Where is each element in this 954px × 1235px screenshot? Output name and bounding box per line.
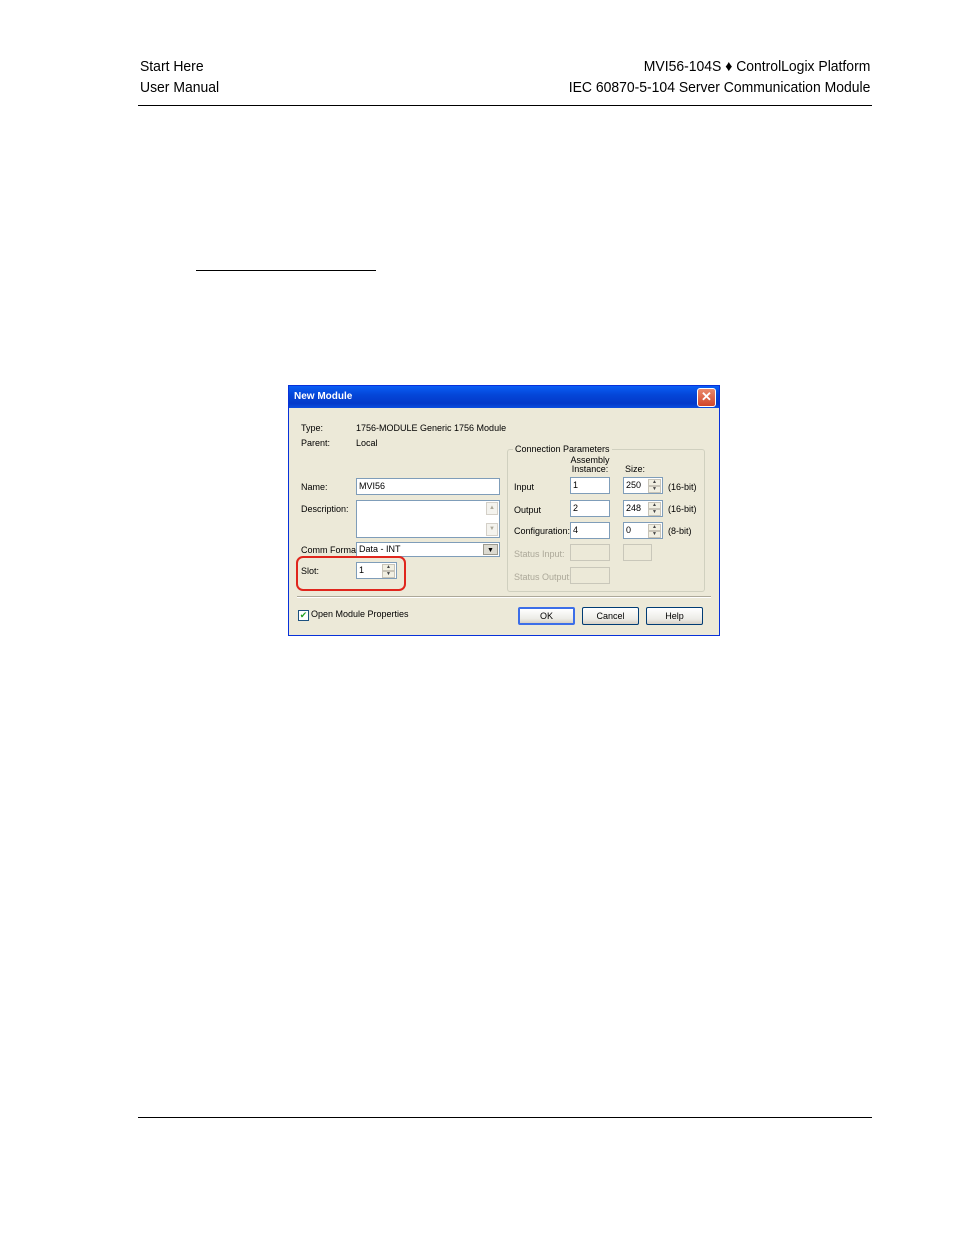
configuration-size-stepper[interactable]: 0 ▲ ▼	[623, 522, 663, 539]
hyperlink-underline	[196, 270, 376, 271]
configuration-instance-value: 4	[573, 525, 579, 535]
parent-label: Parent:	[301, 438, 331, 448]
description-scrollbar[interactable]: ▲ ▼	[486, 502, 498, 536]
close-icon: ✕	[701, 389, 712, 404]
output-size-spin[interactable]: ▲ ▼	[648, 502, 661, 516]
status-input-size-field	[623, 544, 652, 561]
output-instance-value: 2	[573, 503, 579, 513]
open-module-properties-label: Open Module Properties	[311, 609, 409, 619]
header-section-title: Start Here	[140, 58, 204, 75]
input-instance-field[interactable]: 1	[570, 477, 610, 494]
spin-up-icon[interactable]: ▲	[648, 502, 661, 509]
output-size-value: 248	[626, 503, 642, 513]
chevron-down-icon[interactable]: ▼	[483, 544, 498, 555]
slot-label: Slot:	[301, 566, 320, 576]
new-module-dialog: New Module ✕ Type: 1756-MODULE Generic 1…	[288, 385, 720, 636]
type-value: 1756-MODULE Generic 1756 Module	[356, 423, 507, 433]
configuration-size-unit: (8-bit)	[668, 526, 692, 536]
dialog-separator	[297, 596, 711, 598]
comm-format-select[interactable]: Data - INT ▼	[356, 542, 500, 557]
header-product-description: IEC 60870-5-104 Server Communication Mod…	[568, 79, 870, 96]
status-input-instance-field	[570, 544, 610, 561]
name-label: Name:	[301, 482, 328, 492]
open-module-properties-checkbox[interactable]: ✔	[298, 610, 309, 621]
output-size-stepper[interactable]: 248 ▲ ▼	[623, 500, 663, 517]
status-output-instance-field	[570, 567, 610, 584]
connection-parameters-title: Connection Parameters	[513, 444, 612, 454]
header-doc-type: User Manual	[140, 79, 220, 96]
configuration-size-spin[interactable]: ▲ ▼	[648, 524, 661, 538]
input-instance-value: 1	[573, 480, 579, 490]
spin-up-icon[interactable]: ▲	[648, 479, 661, 486]
cancel-button[interactable]: Cancel	[582, 607, 639, 625]
header-left: Start Here User Manual	[140, 56, 219, 98]
dialog-title: New Module	[294, 391, 353, 402]
name-value: MVI56	[359, 481, 386, 491]
description-textarea[interactable]: ▲ ▼	[356, 500, 500, 538]
comm-format-value: Data - INT	[359, 544, 401, 554]
assembly-instance-header: Assembly Instance:	[570, 455, 610, 474]
dialog-titlebar: New Module	[289, 386, 719, 408]
spin-down-icon[interactable]: ▼	[648, 531, 661, 538]
input-size-stepper[interactable]: 250 ▲ ▼	[623, 477, 663, 494]
input-size-unit: (16-bit)	[668, 482, 697, 492]
configuration-size-value: 0	[626, 525, 632, 535]
header-product: MVI56-104S ♦ ControlLogix Platform	[643, 58, 870, 75]
close-button[interactable]: ✕	[697, 388, 716, 407]
output-label: Output	[514, 505, 542, 515]
description-label: Description:	[301, 504, 349, 514]
output-instance-field[interactable]: 2	[570, 500, 610, 517]
status-input-label: Status Input:	[514, 549, 565, 559]
header-rule	[138, 105, 872, 106]
header-right: MVI56-104S ♦ ControlLogix Platform IEC 6…	[568, 56, 870, 98]
spin-down-icon[interactable]: ▼	[648, 486, 661, 493]
scroll-down-icon[interactable]: ▼	[486, 523, 498, 536]
spin-up-icon[interactable]: ▲	[382, 564, 395, 571]
spin-up-icon[interactable]: ▲	[648, 524, 661, 531]
configuration-label: Configuration:	[514, 526, 571, 536]
input-size-spin[interactable]: ▲ ▼	[648, 479, 661, 493]
slot-value: 1	[359, 565, 365, 575]
status-output-label: Status Output:	[514, 572, 572, 582]
footer-rule	[138, 1117, 872, 1118]
configuration-instance-field[interactable]: 4	[570, 522, 610, 539]
spin-down-icon[interactable]: ▼	[382, 571, 395, 578]
parent-value: Local	[356, 438, 378, 448]
size-header: Size:	[625, 464, 646, 474]
ok-button[interactable]: OK	[518, 607, 575, 625]
name-input[interactable]: MVI56	[356, 478, 500, 495]
help-button[interactable]: Help	[646, 607, 703, 625]
checkmark-icon: ✔	[299, 610, 308, 620]
output-size-unit: (16-bit)	[668, 504, 697, 514]
slot-stepper[interactable]: 1 ▲ ▼	[356, 562, 397, 579]
spin-down-icon[interactable]: ▼	[648, 509, 661, 516]
input-size-value: 250	[626, 480, 642, 490]
comm-format-label: Comm Format:	[301, 545, 362, 555]
scroll-up-icon[interactable]: ▲	[486, 502, 498, 515]
slot-spin[interactable]: ▲ ▼	[382, 564, 395, 578]
input-label: Input	[514, 482, 535, 492]
type-label: Type:	[301, 423, 324, 433]
